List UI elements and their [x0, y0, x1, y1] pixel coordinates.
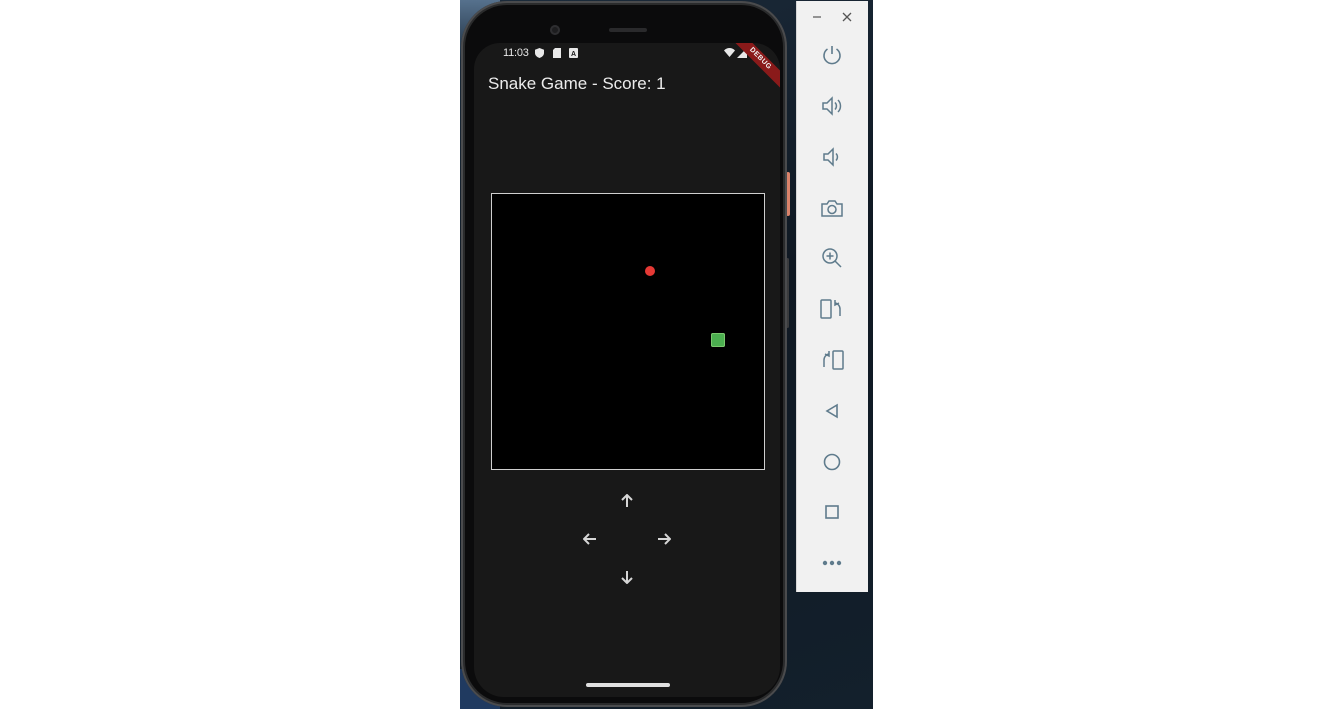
power-button[interactable]	[815, 38, 849, 72]
rotate-left-icon	[820, 299, 841, 319]
rotate-left-button[interactable]	[815, 292, 849, 326]
back-icon	[825, 403, 838, 419]
close-icon	[842, 12, 852, 22]
close-button[interactable]	[840, 10, 854, 24]
arrow-down-icon	[621, 571, 633, 584]
sd-card-icon	[551, 47, 562, 58]
zoom-button[interactable]	[815, 241, 849, 275]
emulator-phone-frame: 11:03 A DEBUG Snake Game - Score: 1	[461, 1, 787, 707]
volume-down-icon	[823, 147, 839, 167]
arrow-up-icon	[621, 494, 633, 507]
power-icon	[823, 46, 841, 65]
overview-icon	[825, 505, 839, 519]
phone-bezel: 11:03 A DEBUG Snake Game - Score: 1	[465, 5, 783, 703]
volume-up-icon	[822, 96, 842, 116]
snake-segment	[711, 333, 725, 347]
home-icon	[823, 453, 841, 471]
phone-screen[interactable]: 11:03 A DEBUG Snake Game - Score: 1	[474, 43, 780, 697]
emulator-toolbar	[796, 1, 868, 592]
game-board	[491, 193, 765, 470]
more-button[interactable]	[815, 546, 849, 580]
rotate-right-button[interactable]	[815, 343, 849, 377]
arrow-down-button[interactable]	[615, 565, 639, 589]
rotate-right-icon	[823, 350, 844, 370]
shield-icon	[534, 47, 545, 58]
wifi-icon	[724, 47, 735, 58]
overview-button[interactable]	[815, 495, 849, 529]
camera-icon	[821, 200, 843, 217]
minimize-button[interactable]	[810, 10, 824, 24]
gesture-home-bar[interactable]	[586, 683, 670, 687]
volume-down-button[interactable]	[815, 140, 849, 174]
page-title: Snake Game - Score: 1	[488, 74, 666, 93]
food-dot	[645, 266, 655, 276]
front-camera	[550, 25, 560, 35]
arrow-left-button[interactable]	[578, 527, 602, 551]
notification-a-icon: A	[568, 47, 579, 58]
more-icon	[822, 560, 842, 566]
zoom-in-icon	[822, 248, 842, 268]
status-time: 11:03	[503, 47, 529, 59]
screenshot-button[interactable]	[815, 191, 849, 225]
minimize-icon	[813, 16, 821, 18]
arrow-up-button[interactable]	[615, 489, 639, 513]
earpiece	[609, 28, 647, 32]
svg-text:A: A	[571, 51, 576, 58]
volume-up-button[interactable]	[815, 89, 849, 123]
home-button[interactable]	[815, 445, 849, 479]
arrow-left-icon	[583, 533, 596, 545]
status-bar: 11:03 A DEBUG	[474, 43, 780, 92]
arrow-right-button[interactable]	[652, 527, 676, 551]
back-button[interactable]	[815, 394, 849, 428]
arrow-right-icon	[658, 533, 671, 545]
